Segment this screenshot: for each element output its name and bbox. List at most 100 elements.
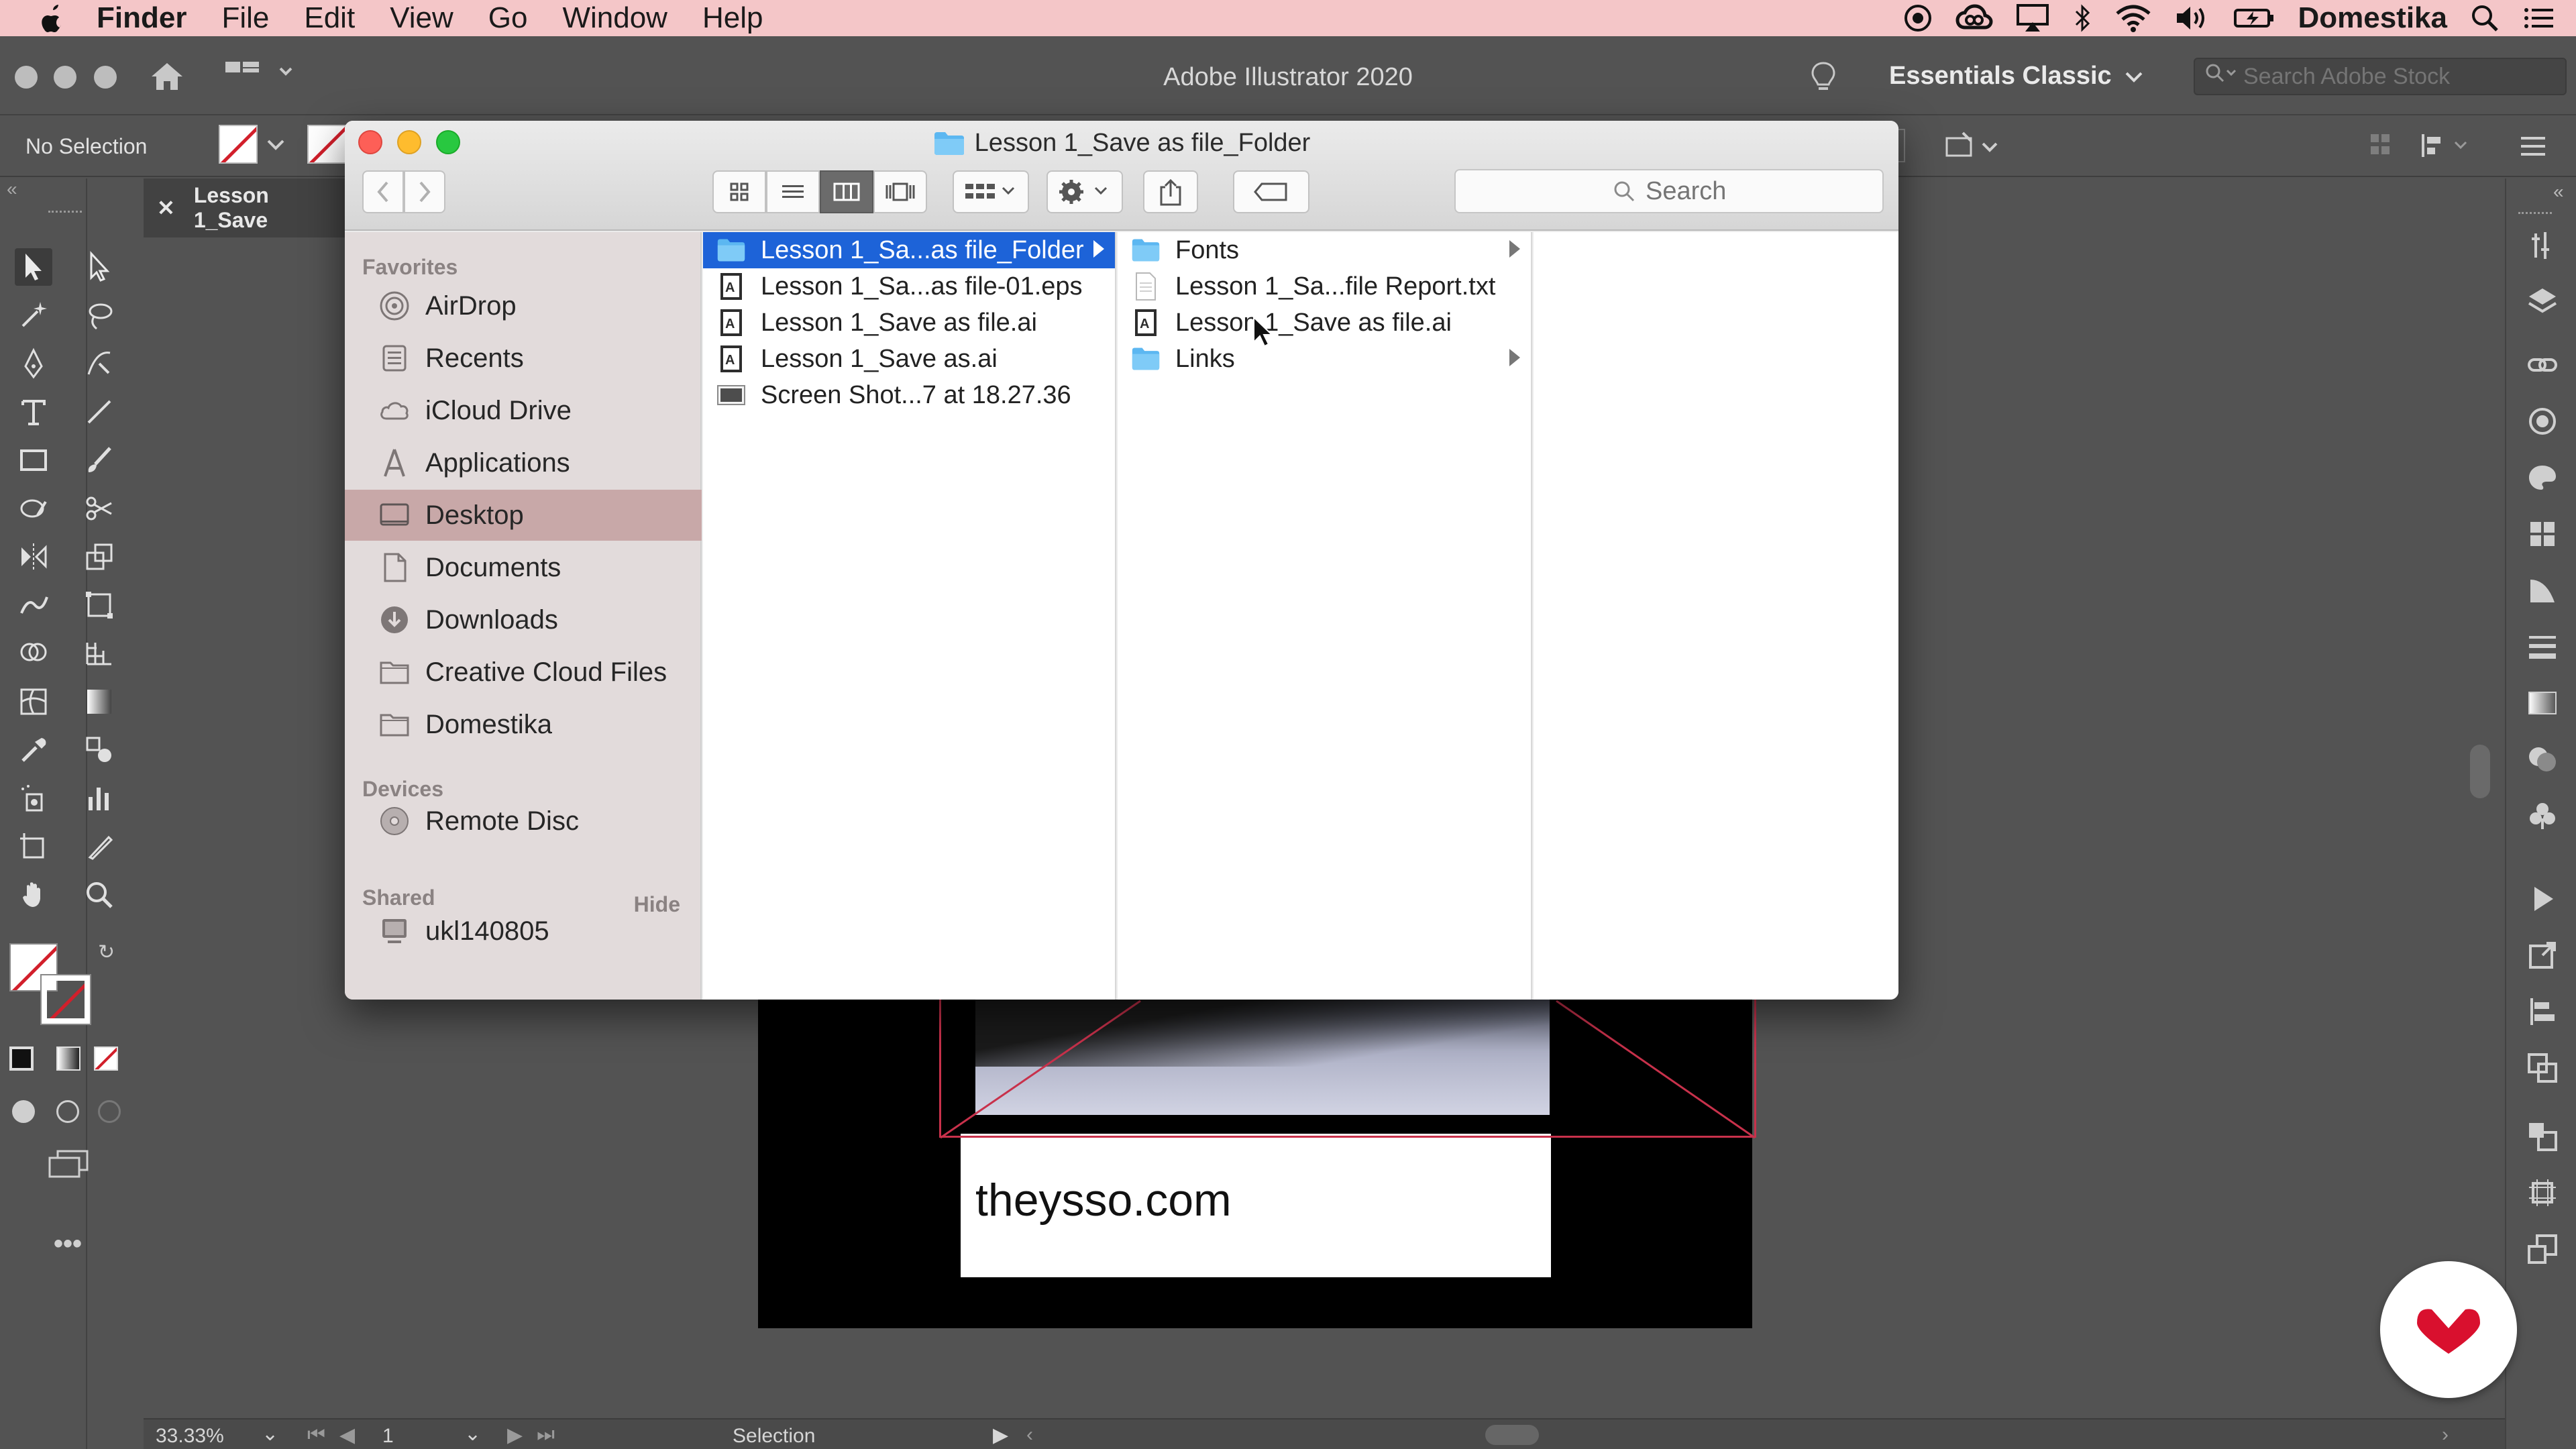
links-icon[interactable] bbox=[2524, 346, 2561, 384]
direct-selection-tool-icon[interactable] bbox=[80, 248, 118, 286]
previous-artboard-icon[interactable]: ◀ bbox=[339, 1424, 355, 1447]
arrange-icon[interactable] bbox=[2368, 130, 2395, 166]
list-item[interactable]: Lesson 1_Sa...file Report.txt bbox=[1118, 268, 1531, 305]
menu-finder[interactable]: Finder bbox=[78, 0, 204, 36]
finder-search-field[interactable] bbox=[1454, 169, 1884, 213]
eyedropper-tool-icon[interactable] bbox=[15, 731, 52, 769]
column-view-button[interactable] bbox=[820, 170, 873, 213]
volume-icon[interactable] bbox=[2174, 3, 2210, 33]
shape-builder-tool-icon[interactable] bbox=[15, 635, 52, 672]
pathfinder-icon[interactable] bbox=[2524, 1049, 2561, 1087]
paintbrush-tool-icon[interactable] bbox=[80, 441, 118, 479]
menu-edit[interactable]: Edit bbox=[286, 0, 372, 36]
screen-record-icon[interactable] bbox=[1903, 3, 1933, 33]
document-tab[interactable]: ✕ Lesson 1_Save bbox=[144, 178, 347, 237]
line-segment-tool-icon[interactable] bbox=[80, 393, 118, 431]
perspective-grid-tool-icon[interactable] bbox=[80, 635, 118, 672]
symbol-sprayer-tool-icon[interactable] bbox=[15, 780, 52, 817]
fill-swatch[interactable] bbox=[219, 125, 258, 164]
stroke-panel-icon[interactable] bbox=[2524, 628, 2561, 665]
arrange-panel-icon[interactable] bbox=[2524, 1118, 2561, 1155]
list-item[interactable]: A Lesson 1_Sa...as file-01.eps bbox=[703, 268, 1115, 305]
list-item[interactable]: Screen Shot...7 at 18.27.36 bbox=[703, 377, 1115, 413]
spotlight-search-icon[interactable] bbox=[2470, 3, 2500, 33]
panel-grip[interactable] bbox=[2518, 212, 2552, 214]
scale-tool-icon[interactable] bbox=[80, 538, 118, 576]
free-transform-tool-icon[interactable] bbox=[80, 586, 118, 624]
finder-search-input[interactable] bbox=[1646, 176, 1726, 206]
stroke-swatch[interactable] bbox=[307, 125, 346, 164]
chevron-down-icon[interactable]: ⌄ bbox=[262, 1422, 278, 1446]
slice-tool-icon[interactable] bbox=[80, 828, 118, 865]
list-view-button[interactable] bbox=[766, 170, 820, 213]
screen-mode-icon[interactable] bbox=[46, 1148, 91, 1185]
puppet-warp-icon[interactable] bbox=[1943, 127, 2003, 168]
selection-tool-icon[interactable] bbox=[15, 248, 52, 286]
export-icon[interactable] bbox=[2524, 936, 2561, 974]
sidebar-item-domestika[interactable]: Domestika bbox=[345, 699, 702, 750]
scissors-tool-icon[interactable] bbox=[80, 490, 118, 527]
properties-icon[interactable] bbox=[2524, 227, 2561, 264]
list-item-folder[interactable]: Links bbox=[1118, 341, 1531, 377]
airplay-icon[interactable] bbox=[2016, 3, 2049, 33]
draw-normal-icon[interactable] bbox=[12, 1100, 35, 1123]
list-item[interactable]: A Lesson 1_Save as file.ai bbox=[1118, 305, 1531, 341]
layers-icon[interactable] bbox=[2524, 282, 2561, 319]
lasso-tool-icon[interactable] bbox=[80, 297, 118, 334]
swap-colors-icon[interactable]: ↻ bbox=[98, 941, 115, 964]
sidebar-item-airdrop[interactable]: AirDrop bbox=[345, 280, 702, 331]
brushes-icon[interactable] bbox=[2524, 572, 2561, 609]
pen-tool-icon[interactable] bbox=[15, 345, 52, 382]
draw-behind-icon[interactable] bbox=[56, 1100, 79, 1123]
blend-tool-icon[interactable] bbox=[80, 731, 118, 769]
list-item[interactable]: A Lesson 1_Save as file.ai bbox=[703, 305, 1115, 341]
color-mode-icon[interactable] bbox=[9, 1046, 34, 1071]
action-gear-button[interactable] bbox=[1046, 170, 1123, 213]
artboard-number[interactable]: 1 bbox=[382, 1425, 394, 1448]
next-artboard-icon[interactable]: ▶ bbox=[507, 1424, 523, 1447]
align-panel-icon[interactable] bbox=[2524, 993, 2561, 1030]
column-graph-tool-icon[interactable] bbox=[80, 780, 118, 817]
appearance-icon[interactable] bbox=[2524, 402, 2561, 440]
first-artboard-icon[interactable]: ⏮ bbox=[307, 1424, 325, 1446]
menu-view[interactable]: View bbox=[372, 0, 471, 36]
type-tool-icon[interactable] bbox=[15, 393, 52, 431]
sidebar-item-recents[interactable]: Recents bbox=[345, 333, 702, 384]
hand-tool-icon[interactable] bbox=[15, 876, 52, 914]
stroke-color-box[interactable] bbox=[40, 974, 91, 1025]
menu-go[interactable]: Go bbox=[471, 0, 545, 36]
sidebar-item-icloud-drive[interactable]: iCloud Drive bbox=[345, 385, 702, 436]
scroll-left-icon[interactable]: ‹ bbox=[1026, 1424, 1033, 1446]
panel-grip[interactable] bbox=[48, 211, 82, 216]
icon-view-button[interactable] bbox=[712, 170, 766, 213]
group-by-button[interactable] bbox=[953, 170, 1029, 213]
adobe-stock-search[interactable] bbox=[2194, 58, 2567, 95]
last-artboard-icon[interactable]: ⏭ bbox=[537, 1424, 555, 1446]
bluetooth-icon[interactable] bbox=[2072, 3, 2092, 33]
align-icon[interactable] bbox=[2419, 130, 2473, 166]
forward-button[interactable] bbox=[404, 170, 445, 213]
sidebar-item-downloads[interactable]: Downloads bbox=[345, 594, 702, 645]
none-mode-icon[interactable] bbox=[94, 1046, 118, 1071]
vertical-scrollbar-thumb[interactable] bbox=[2470, 745, 2490, 798]
chevron-down-icon[interactable] bbox=[266, 137, 286, 156]
reflect-tool-icon[interactable] bbox=[15, 538, 52, 576]
symbols-icon[interactable] bbox=[2524, 797, 2561, 835]
artboards-panel-icon[interactable] bbox=[2524, 1230, 2561, 1268]
transparency-icon[interactable] bbox=[2524, 741, 2561, 778]
horizontal-scrollbar-thumb[interactable] bbox=[1485, 1425, 1539, 1445]
more-tools-icon[interactable]: ••• bbox=[54, 1229, 82, 1259]
back-button[interactable] bbox=[362, 170, 404, 213]
mesh-tool-icon[interactable] bbox=[15, 683, 52, 720]
list-item-folder[interactable]: Fonts bbox=[1118, 232, 1531, 268]
scroll-right-icon[interactable]: › bbox=[2442, 1424, 2449, 1446]
sidebar-item-remote-disc[interactable]: Remote Disc bbox=[345, 796, 702, 847]
sidebar-item-ukl140805[interactable]: ukl140805 bbox=[345, 906, 702, 957]
creative-cloud-icon[interactable] bbox=[1955, 3, 1993, 33]
close-tab-icon[interactable]: ✕ bbox=[157, 195, 175, 221]
gradient-mode-icon[interactable] bbox=[56, 1046, 80, 1071]
color-palette-icon[interactable] bbox=[2524, 459, 2561, 496]
warp-tool-icon[interactable] bbox=[15, 586, 52, 624]
battery-icon[interactable] bbox=[2233, 3, 2275, 33]
workspace-switcher[interactable]: Essentials Classic bbox=[1889, 55, 2157, 97]
